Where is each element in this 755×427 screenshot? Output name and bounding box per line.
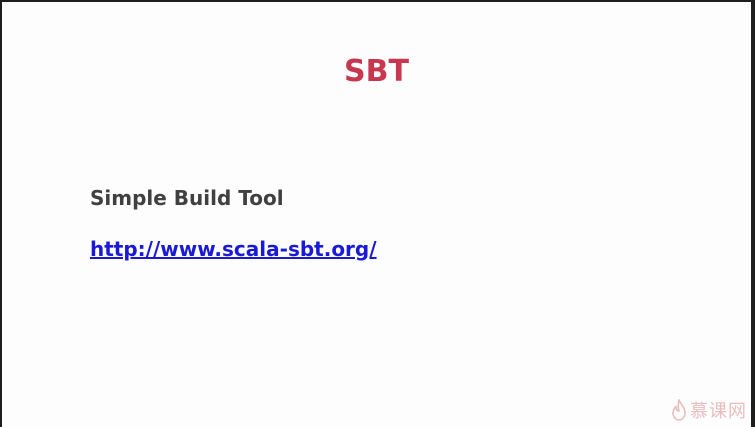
slide-subtitle: Simple Build Tool [90, 186, 284, 210]
sbt-website-link[interactable]: http://www.scala-sbt.org/ [90, 234, 377, 264]
slide-title: SBT [344, 54, 409, 89]
flame-icon [672, 399, 686, 421]
watermark-logo: 慕课网 [671, 397, 747, 423]
watermark-text: 慕课网 [690, 401, 747, 422]
presentation-slide: SBT Simple Build Tool http://www.scala-s… [2, 2, 751, 427]
